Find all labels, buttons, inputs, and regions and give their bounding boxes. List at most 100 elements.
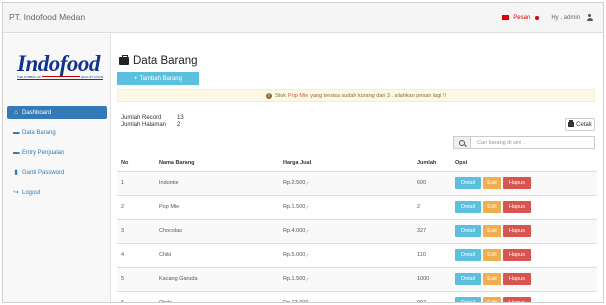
edit-button[interactable]: Edit: [483, 225, 501, 237]
page-count-label: Jumlah Halaman: [121, 122, 167, 128]
cell-nama: Chocolas: [159, 218, 283, 243]
table-row: 2 Pop Mie Rp.1.500,- 2 Detail Edit Hapus: [117, 194, 597, 219]
header-no: No: [117, 155, 159, 172]
top-navbar: PT. Indofood Medan Pesan Hy , admin: [3, 3, 603, 33]
cell-opsi: Detail Edit Hapus: [455, 194, 597, 219]
header-jumlah: Jumlah: [417, 155, 455, 172]
notification-dot: [535, 15, 540, 20]
items-table: No Nama Barang Harga Jual Jumlah Opsi 1 …: [117, 155, 597, 302]
lock-icon: ▮: [14, 168, 18, 176]
search-button[interactable]: [453, 136, 471, 149]
plus-icon: +: [134, 75, 138, 82]
delete-button[interactable]: Hapus: [503, 273, 531, 285]
cell-no: 3: [117, 218, 159, 243]
cell-opsi: Detail Edit Hapus: [455, 218, 597, 243]
cell-harga: Rp.13.000,-: [283, 290, 417, 302]
briefcase-icon: [119, 55, 129, 65]
sidebar-item-logout[interactable]: ↪ Logout: [7, 186, 107, 199]
main-content: Data Barang + Tambah Barang ! Stok Pop M…: [111, 34, 603, 302]
logo-tagline-right: QUALITY FOOD: [79, 75, 103, 79]
record-stats: Jumlah Record 13 Jumlah Halaman 2: [121, 115, 184, 129]
sidebar-item-entry-penjualan[interactable]: ▬ Entry Penjualan: [7, 146, 107, 159]
home-icon: ⌂: [14, 108, 18, 116]
sidebar-item-label: Dashboard: [22, 109, 52, 116]
edit-button[interactable]: Edit: [483, 273, 501, 285]
page-title: Data Barang: [119, 55, 198, 67]
alert-suffix: yang tersisa sudah kurang dari 3 . silah…: [310, 92, 446, 99]
delete-button[interactable]: Hapus: [503, 177, 531, 189]
header-nama: Nama Barang: [159, 155, 283, 172]
edit-button[interactable]: Edit: [483, 297, 501, 302]
edit-button[interactable]: Edit: [483, 249, 501, 261]
page-count-value: 2: [177, 122, 181, 128]
delete-button[interactable]: Hapus: [503, 225, 531, 237]
printer-icon: [568, 120, 575, 127]
print-label: Cetak: [576, 121, 592, 128]
cell-no: 4: [117, 242, 159, 267]
cell-opsi: Detail Edit Hapus: [455, 290, 597, 302]
navbar-right: Pesan Hy , admin: [502, 14, 593, 21]
flag-icon: [502, 15, 510, 20]
table-body: 1 Indomie Rp.2.500,- 600 Detail Edit Hap…: [117, 170, 597, 302]
table-row: 3 Chocolas Rp.4.000,- 327 Detail Edit Ha…: [117, 218, 597, 243]
cell-nama: Kacang Garuda: [159, 266, 283, 291]
sidebar-item-data-barang[interactable]: ▬ Data Barang: [7, 126, 107, 139]
detail-button[interactable]: Detail: [455, 273, 481, 285]
cell-nama: Chiki: [159, 242, 283, 267]
cell-harga: Rp.1.500,-: [283, 266, 417, 291]
sidebar-item-dashboard[interactable]: ⌂ Dashboard: [7, 106, 107, 119]
add-item-label: Tambah Barang: [139, 75, 182, 82]
logo-tagline-left: THE SYMBOL OF: [17, 75, 43, 79]
cell-jumlah: 997: [417, 290, 455, 302]
briefcase-icon: ▬: [13, 128, 20, 136]
cell-jumlah: 110: [417, 242, 455, 267]
delete-button[interactable]: Hapus: [503, 201, 531, 213]
cell-no: 1: [117, 170, 159, 195]
warning-icon: !: [266, 92, 273, 99]
sidebar-item-ganti-password[interactable]: ▮ Ganti Password: [7, 166, 107, 179]
detail-button[interactable]: Detail: [455, 177, 481, 189]
cell-no: 6: [117, 290, 159, 302]
add-item-button[interactable]: + Tambah Barang: [117, 72, 199, 85]
cell-opsi: Detail Edit Hapus: [455, 170, 597, 195]
detail-button[interactable]: Detail: [455, 201, 481, 213]
table-row: 6 Qtela Rp.13.000,- 997 Detail Edit Hapu…: [117, 290, 597, 302]
user-greeting[interactable]: Hy , admin: [551, 15, 580, 21]
cell-jumlah: 327: [417, 218, 455, 243]
cell-no: 5: [117, 266, 159, 291]
logout-icon: ↪: [13, 188, 19, 196]
header-harga: Harga Jual: [283, 155, 417, 172]
edit-button[interactable]: Edit: [483, 177, 501, 189]
print-button[interactable]: Cetak: [565, 118, 595, 131]
cell-harga: Rp.5.000,-: [283, 242, 417, 267]
user-icon[interactable]: [586, 14, 593, 21]
cell-no: 2: [117, 194, 159, 219]
delete-button[interactable]: Hapus: [503, 249, 531, 261]
cell-harga: Rp.4.000,-: [283, 218, 417, 243]
detail-button[interactable]: Detail: [455, 249, 481, 261]
sidebar: Indofood THE SYMBOL OF QUALITY FOOD ⌂ Da…: [3, 34, 111, 302]
cell-nama: Pop Mie: [159, 194, 283, 219]
search-bar: [453, 136, 595, 149]
sidebar-item-label: Data Barang: [22, 129, 56, 136]
briefcase-icon: ▬: [13, 148, 20, 156]
page-title-text: Data Barang: [133, 55, 198, 67]
cell-jumlah: 600: [417, 170, 455, 195]
cell-jumlah: 2: [417, 194, 455, 219]
delete-button[interactable]: Hapus: [503, 297, 531, 302]
cell-opsi: Detail Edit Hapus: [455, 266, 597, 291]
pesan-link[interactable]: Pesan: [513, 15, 530, 21]
edit-button[interactable]: Edit: [483, 201, 501, 213]
app-window: PT. Indofood Medan Pesan Hy , admin Indo…: [2, 2, 604, 303]
table-row: 5 Kacang Garuda Rp.1.500,- 1000 Detail E…: [117, 266, 597, 291]
sidebar-item-label: Entry Penjualan: [22, 149, 65, 156]
logo-underline: THE SYMBOL OF QUALITY FOOD: [17, 75, 103, 80]
cell-nama: Indomie: [159, 170, 283, 195]
brand-name[interactable]: PT. Indofood Medan: [9, 12, 85, 22]
detail-button[interactable]: Detail: [455, 225, 481, 237]
record-count-value: 13: [177, 115, 184, 121]
logo-wordmark: Indofood: [17, 51, 100, 76]
detail-button[interactable]: Detail: [455, 297, 481, 302]
search-input[interactable]: [471, 136, 595, 149]
low-stock-alert: ! Stok Pop Mie yang tersisa sudah kurang…: [117, 89, 595, 102]
